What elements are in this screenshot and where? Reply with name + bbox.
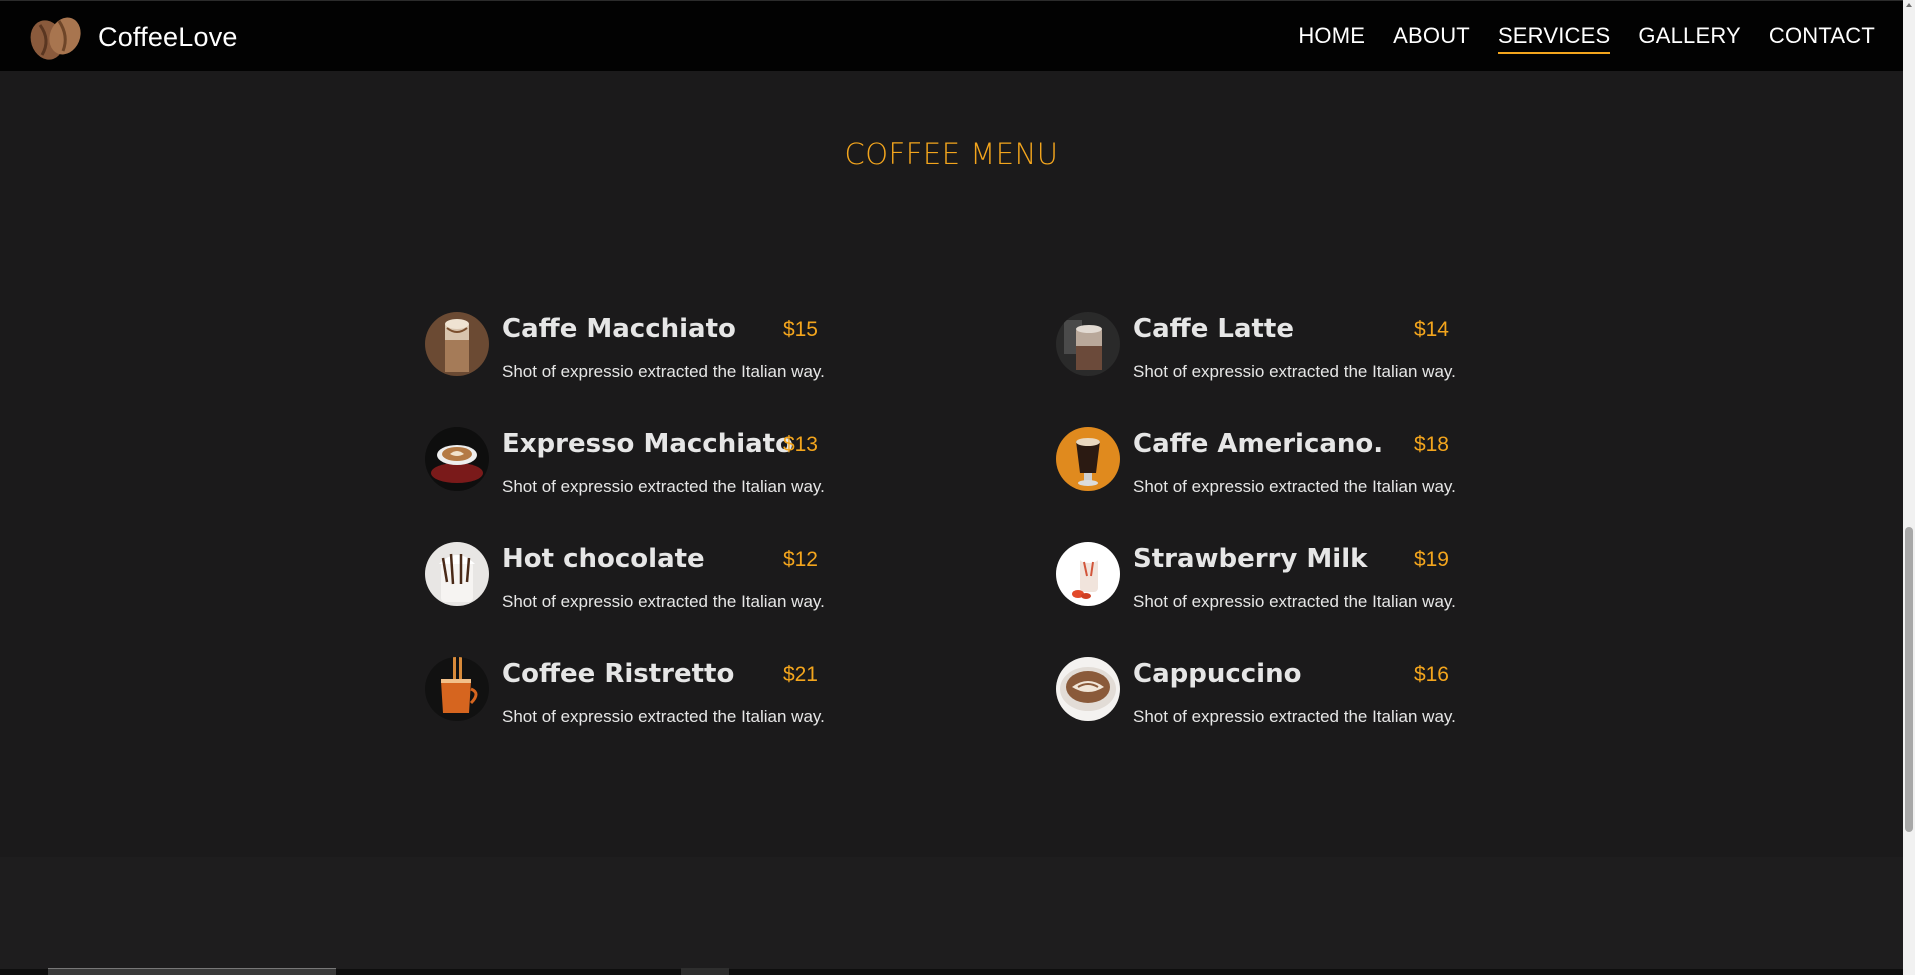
item-description: Shot of expressio extracted the Italian … [1133,362,1456,381]
navbar: CoffeeLove HOME ABOUT SERVICES GALLERY C… [0,0,1903,71]
nav-about[interactable]: ABOUT [1393,23,1470,54]
strawberry-milk-image [1056,542,1120,606]
caffe-macchiato-image [425,312,489,376]
caffe-latte-image [1056,312,1120,376]
coffee-ristretto-image [425,657,489,721]
item-price: $13 [782,433,818,456]
menu-item[interactable]: Hot chocolate $12 Shot of expressio extr… [425,542,825,622]
item-name: Caffe Latte [1133,314,1294,344]
scroll-up-arrow-icon[interactable] [1906,3,1912,7]
item-name: Cappuccino [1133,659,1302,689]
menu-item[interactable]: Cappuccino $16 Shot of expressio extract… [1056,657,1456,737]
nav-gallery[interactable]: GALLERY [1638,23,1741,54]
scrollbar-thumb[interactable] [1905,527,1913,832]
item-price: $16 [1413,663,1449,686]
caffe-americano-image [1056,427,1120,491]
item-description: Shot of expressio extracted the Italian … [1133,477,1456,496]
item-name: Caffe Americano. [1133,429,1384,459]
bottom-tab [48,968,336,975]
menu-item[interactable]: Strawberry Milk $19 Shot of expressio ex… [1056,542,1456,622]
vertical-scrollbar[interactable] [1903,0,1915,975]
item-description: Shot of expressio extracted the Italian … [1133,592,1456,611]
item-description: Shot of expressio extracted the Italian … [502,592,825,611]
nav-home[interactable]: HOME [1298,23,1365,54]
item-price: $12 [782,548,818,571]
cappuccino-image [1056,657,1120,721]
item-description: Shot of expressio extracted the Italian … [502,477,825,496]
menu-item[interactable]: Caffe Macchiato $15 Shot of expressio ex… [425,312,825,392]
item-name: Strawberry Milk [1133,544,1368,574]
menu-item[interactable]: Caffe Latte $14 Shot of expressio extrac… [1056,312,1456,392]
item-price: $15 [782,318,818,341]
bottom-tab [681,968,729,975]
brand[interactable]: CoffeeLove [26,11,238,63]
coffee-bean-logo-icon [30,17,81,60]
menu-item[interactable]: Expresso Macchiato $13 Shot of expressio… [425,427,825,507]
main-nav: HOME ABOUT SERVICES GALLERY CONTACT [1270,23,1875,54]
footer-section [0,857,1903,975]
hot-chocolate-image [425,542,489,606]
item-price: $18 [1413,433,1449,456]
item-price: $14 [1413,318,1449,341]
item-description: Shot of expressio extracted the Italian … [502,707,825,726]
item-description: Shot of expressio extracted the Italian … [1133,707,1456,726]
nav-services[interactable]: SERVICES [1497,23,1611,54]
menu-item[interactable]: Coffee Ristretto $21 Shot of expressio e… [425,657,825,737]
section-title: COFFEE MENU [844,137,1059,171]
item-name: Hot chocolate [502,544,705,574]
expresso-macchiato-image [425,427,489,491]
menu-item[interactable]: Caffe Americano. $18 Shot of expressio e… [1056,427,1456,507]
item-name: Expresso Macchiato [502,429,793,459]
nav-contact[interactable]: CONTACT [1769,23,1875,54]
item-name: Coffee Ristretto [502,659,735,689]
item-name: Caffe Macchiato [502,314,736,344]
item-description: Shot of expressio extracted the Italian … [502,362,825,381]
item-price: $21 [782,663,818,686]
item-price: $19 [1413,548,1449,571]
brand-name: CoffeeLove [98,21,238,52]
